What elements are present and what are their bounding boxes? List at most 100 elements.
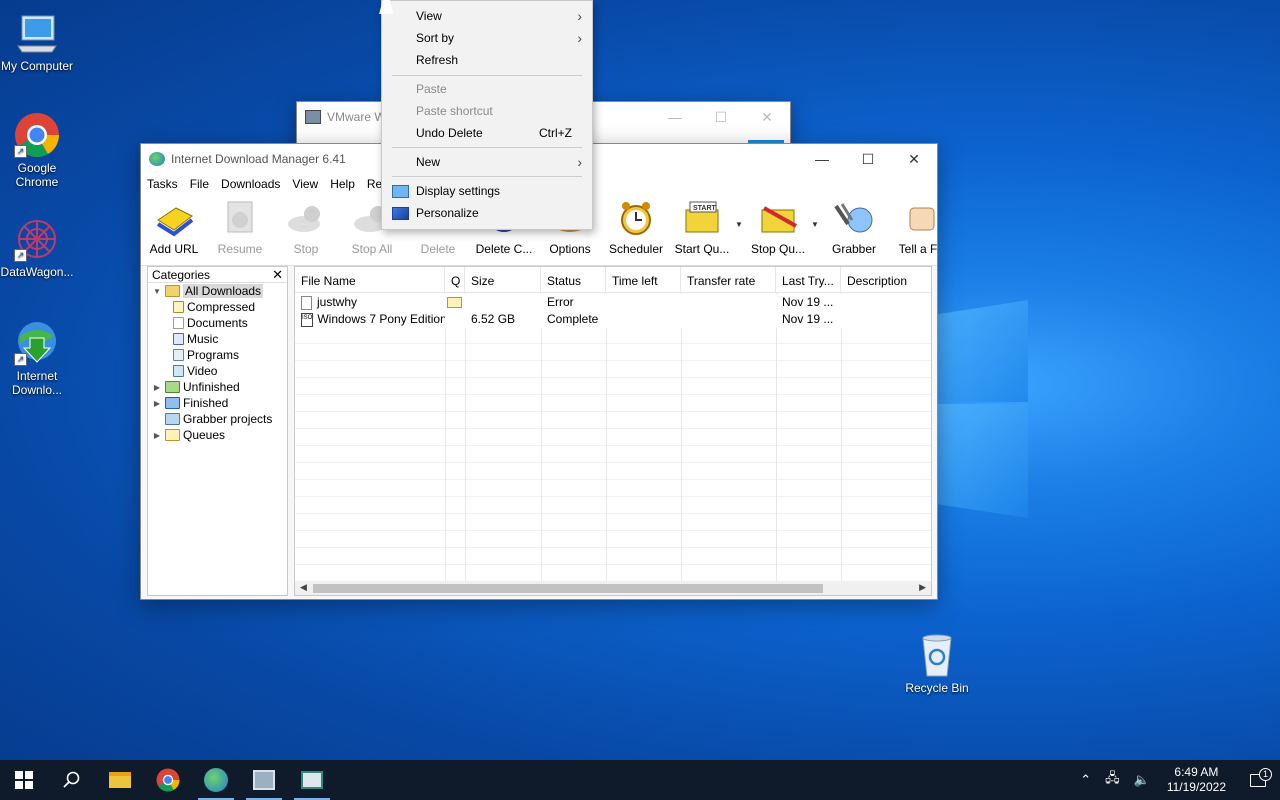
column-description[interactable]: Description [841, 267, 931, 292]
menu-downloads[interactable]: Downloads [215, 177, 286, 191]
grabber-button[interactable]: Grabber [821, 198, 887, 256]
menu-file[interactable]: File [184, 177, 215, 191]
taskbar-file-explorer[interactable] [96, 760, 144, 800]
desktop-icon-datawagon[interactable]: ↗ DataWagon... [0, 216, 74, 279]
chevron-up-icon[interactable]: ⌃ [1073, 772, 1098, 788]
menu-item-refresh[interactable]: Refresh [382, 49, 592, 71]
horizontal-scrollbar[interactable]: ◀ ▶ [295, 581, 931, 595]
compressed-file-icon [173, 301, 184, 313]
column-last-try[interactable]: Last Try... [776, 267, 841, 292]
idm-minimize-button[interactable]: — [799, 144, 845, 174]
menu-item-undo-delete[interactable]: Undo Delete Ctrl+Z [382, 122, 592, 144]
expand-icon[interactable]: ▶ [152, 399, 162, 408]
vmware-close-button[interactable]: ✕ [744, 102, 790, 132]
document-icon [173, 317, 184, 329]
folder-icon [109, 772, 131, 788]
clock[interactable]: 6:49 AM 11/19/2022 [1157, 765, 1236, 795]
menu-view[interactable]: View [286, 177, 324, 191]
taskbar-app[interactable] [288, 760, 336, 800]
menu-item-personalize[interactable]: Personalize [382, 202, 592, 224]
category-music[interactable]: Music [170, 331, 218, 347]
menu-separator [392, 147, 582, 148]
column-transfer-rate[interactable]: Transfer rate [681, 267, 776, 292]
category-finished[interactable]: ▶ Finished [152, 395, 228, 411]
menu-help[interactable]: Help [324, 177, 361, 191]
desktop-icon-recycle-bin[interactable]: Recycle Bin [899, 632, 975, 695]
volume-icon[interactable]: 🔈 [1127, 772, 1157, 788]
category-video[interactable]: Video [170, 363, 217, 379]
tell-a-friend-button[interactable]: Tell a Fr [887, 198, 937, 256]
menu-item-sort-by[interactable]: Sort by › [382, 27, 592, 49]
menu-item-paste-shortcut[interactable]: Paste shortcut [382, 100, 592, 122]
expand-icon[interactable]: ▶ [152, 431, 162, 440]
notification-center-button[interactable]: 1 [1236, 767, 1280, 787]
start-queue-dropdown-icon[interactable]: ▼ [735, 198, 745, 229]
desktop-icon-idm[interactable]: ↗ Internet Downlo... [0, 320, 74, 397]
table-row[interactable]: ISO Windows 7 Pony Edition... 6.52 GB Co… [295, 311, 931, 328]
tell-a-friend-icon [898, 198, 937, 238]
search-button[interactable] [48, 760, 96, 800]
scheduler-button[interactable]: Scheduler [603, 198, 669, 256]
personalize-icon [392, 206, 409, 220]
category-grabber-projects[interactable]: Grabber projects [152, 411, 272, 427]
start-queue-button[interactable]: START Start Qu... [669, 198, 735, 256]
desktop-icon-my-computer[interactable]: My Computer [0, 10, 74, 73]
shortcut-arrow-icon: ↗ [14, 145, 27, 158]
menu-separator [392, 75, 582, 76]
chrome-icon: ↗ [14, 112, 60, 158]
search-icon [63, 771, 80, 788]
stop-queue-icon [756, 198, 800, 238]
category-unfinished[interactable]: ▶ Unfinished [152, 379, 240, 395]
grabber-projects-icon [165, 413, 180, 425]
resume-button[interactable]: Resume [207, 198, 273, 256]
column-queue[interactable]: Q [445, 267, 465, 292]
category-programs[interactable]: Programs [170, 347, 239, 363]
vmware-minimize-button[interactable]: — [652, 102, 698, 132]
scroll-left-icon[interactable]: ◀ [300, 582, 307, 593]
taskbar-vmware[interactable] [240, 760, 288, 800]
taskbar-chrome[interactable] [144, 760, 192, 800]
column-status[interactable]: Status [541, 267, 606, 292]
add-url-button[interactable]: Add URL [141, 198, 207, 256]
desktop-icon-google-chrome[interactable]: ↗ Google Chrome [0, 112, 74, 189]
idm-close-button[interactable]: ✕ [891, 144, 937, 174]
taskbar: ⌃ 🖧 🔈 6:49 AM 11/19/2022 1 [0, 760, 1280, 800]
category-queues[interactable]: ▶ Queues [152, 427, 225, 443]
scrollbar-thumb[interactable] [313, 584, 823, 593]
computer-icon [14, 10, 60, 56]
stop-queue-button[interactable]: Stop Qu... [745, 198, 811, 256]
scroll-right-icon[interactable]: ▶ [919, 582, 926, 593]
menu-tasks[interactable]: Tasks [141, 177, 184, 191]
expand-icon[interactable]: ▶ [152, 383, 162, 392]
category-all-downloads[interactable]: ▼ All Downloads [152, 283, 264, 299]
windows-start-icon [15, 771, 33, 789]
stop-queue-dropdown-icon[interactable]: ▼ [811, 198, 821, 229]
table-row[interactable]: justwhy Error Nov 19 ... [295, 294, 931, 311]
queue-folder-icon [447, 297, 462, 308]
program-window-icon [173, 349, 184, 361]
start-button[interactable] [0, 760, 48, 800]
collapse-icon[interactable]: ▼ [152, 287, 162, 296]
finished-checkmark-icon [165, 397, 180, 409]
column-size[interactable]: Size [465, 267, 541, 292]
categories-header: Categories ✕ [148, 267, 287, 283]
menu-item-display-settings[interactable]: Display settings [382, 180, 592, 202]
shortcut-arrow-icon: ↗ [14, 353, 27, 366]
datawagon-icon: ↗ [14, 216, 60, 262]
taskbar-idm[interactable] [192, 760, 240, 800]
stop-button[interactable]: Stop [273, 198, 339, 256]
close-categories-icon[interactable]: ✕ [272, 267, 283, 283]
grabber-icon [832, 198, 876, 238]
menu-item-view[interactable]: View › [382, 5, 592, 27]
column-file-name[interactable]: File Name [295, 267, 445, 292]
alarm-clock-icon [614, 198, 658, 238]
category-documents[interactable]: Documents [170, 315, 248, 331]
category-compressed[interactable]: Compressed [170, 299, 255, 315]
column-time-left[interactable]: Time left [606, 267, 681, 292]
menu-item-new[interactable]: New › [382, 151, 592, 173]
idm-maximize-button[interactable]: ☐ [845, 144, 891, 174]
network-icon[interactable]: 🖧 [1098, 769, 1127, 791]
windows-logo-wallpaper [938, 282, 1030, 518]
vmware-maximize-button[interactable]: ☐ [698, 102, 744, 132]
menu-item-paste[interactable]: Paste [382, 78, 592, 100]
